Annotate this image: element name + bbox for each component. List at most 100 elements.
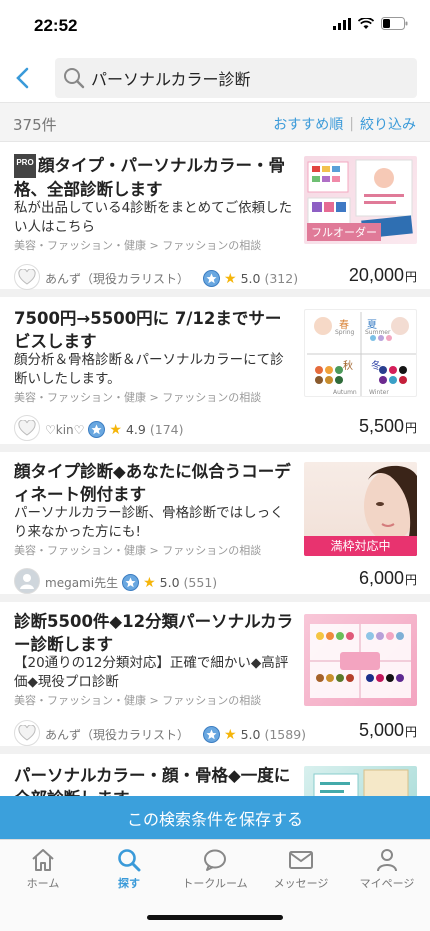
star-icon: ★ <box>143 574 156 591</box>
listing-title: 7500円→5500円に 7/12までサービスします <box>14 309 282 351</box>
tab-label: 探す <box>118 877 140 890</box>
tab-search[interactable]: 探す <box>86 848 172 891</box>
seller-name: あんず（現役カラリスト） <box>45 272 190 286</box>
signal-icon <box>333 17 351 30</box>
season-label: 冬 <box>371 361 381 372</box>
listing-description: 顔分析＆骨格診断＆パーソナルカラーにて診断いしたします。 <box>14 352 284 387</box>
rating: 5.0 <box>159 575 180 590</box>
star-icon: ★ <box>224 726 237 743</box>
tab-label: メッセージ <box>273 877 329 890</box>
season-label: 秋 <box>343 361 353 372</box>
listing-thumbnail: 満枠対応中 <box>304 462 417 556</box>
rank-badge-icon <box>122 574 140 591</box>
tab-messages[interactable]: メッセージ <box>258 848 344 891</box>
search-icon <box>118 849 141 872</box>
seller-info: あんず（現役カラリスト） ★ 5.0 (1589) <box>45 726 306 743</box>
price: 20,000円 <box>348 265 417 285</box>
wifi-icon <box>358 17 374 29</box>
listing-category: 美容・ファッション・健康 > ファッションの相談 <box>14 694 262 707</box>
listing-description: 【20通りの12分類対応】正確で細かい◆高評価◆現役プロ診断 <box>14 655 289 690</box>
star-icon: ★ <box>224 270 237 287</box>
campaign-badge: 満枠対応中 <box>304 536 417 556</box>
price: 5,500円 <box>358 416 417 436</box>
review-count: (174) <box>149 422 184 437</box>
home-icon <box>32 849 54 871</box>
tab-mypage[interactable]: マイページ <box>344 848 430 891</box>
listing-card[interactable]: 顔タイプ診断◆あなたに似合うコーディネート例付ます パーソナルカラー診断、骨格診… <box>0 452 430 602</box>
seller-name: megami先生 <box>45 576 119 590</box>
listing-thumbnail <box>304 614 417 706</box>
season-sublabel: Summer <box>365 329 391 336</box>
review-count: (312) <box>264 271 299 286</box>
rating: 4.9 <box>125 422 146 437</box>
divider: | <box>349 116 354 132</box>
rating: 5.0 <box>240 271 261 286</box>
seller-info: ♡kin♡ ★ 4.9 (174) <box>45 421 183 438</box>
rank-badge-icon <box>203 270 221 287</box>
seller-info: あんず（現役カラリスト） ★ 5.0 (312) <box>45 270 298 287</box>
listing-card[interactable]: 7500円→5500円に 7/12までサービスします 顔分析＆骨格診断＆パーソナ… <box>0 297 430 452</box>
listing-category: 美容・ファッション・健康 > ファッションの相談 <box>14 239 262 252</box>
rating: 5.0 <box>240 727 261 742</box>
season-sublabel: Autumn <box>333 389 357 396</box>
review-count: (1589) <box>264 727 307 742</box>
season-sublabel: Spring <box>335 329 355 336</box>
status-icons <box>333 17 408 30</box>
avatar <box>14 568 40 594</box>
avatar <box>14 720 40 746</box>
heart-icon <box>18 269 36 285</box>
season-sublabel: Winter <box>369 389 389 396</box>
battery-icon <box>381 17 408 30</box>
listing-thumbnail: フルオーダー <box>304 156 417 244</box>
listing-category: 美容・ファッション・健康 > ファッションの相談 <box>14 544 262 557</box>
seller-info: megami先生 ★ 5.0 (551) <box>45 574 217 591</box>
listing-description: 私が出品している4診断をまとめてご依頼したい人はこちら <box>14 200 293 235</box>
sort-filter-links: おすすめ順 | 絞り込み <box>273 114 416 134</box>
save-search-button[interactable]: この検索条件を保存する <box>0 796 430 839</box>
review-count: (551) <box>183 575 218 590</box>
heart-icon <box>18 420 36 436</box>
home-indicator <box>147 915 283 920</box>
filter-button[interactable]: 絞り込み <box>360 114 416 134</box>
listing-thumbnail: 春 夏 秋 冬 Spring Summer Autumn Winter <box>304 309 417 397</box>
price: 5,000円 <box>358 720 417 740</box>
status-bar: 22:52 <box>0 0 430 54</box>
search-input[interactable]: パーソナルカラー診断 <box>55 58 417 98</box>
chevron-left-icon <box>16 67 29 89</box>
listing-card[interactable]: 診断5500件◆12分類パーソナルカラー診断します 【20通りの12分類対応】正… <box>0 602 430 754</box>
person-icon <box>20 574 34 589</box>
results-bar: 375件 おすすめ順 | 絞り込み <box>0 102 430 142</box>
search-query: パーソナルカラー診断 <box>91 70 251 89</box>
star-icon: ★ <box>109 421 122 438</box>
sort-button[interactable]: おすすめ順 <box>273 114 343 134</box>
listing-title: PRO 顔タイプ・パーソナルカラー・骨格、全部診断します <box>14 154 286 199</box>
listing-title: 顔タイプ診断◆あなたに似合うコーディネート例付ます <box>14 462 291 504</box>
tab-label: トークルーム <box>182 877 248 890</box>
thumbnail-caption: フルオーダー <box>307 223 381 241</box>
status-time: 22:52 <box>34 16 78 35</box>
listing-description: パーソナルカラー診断、骨格診断ではしっくり来なかった方にも! <box>14 505 284 540</box>
pro-badge: PRO <box>14 154 36 178</box>
avatar <box>14 415 40 441</box>
listing-title: 診断5500件◆12分類パーソナルカラー診断します <box>14 612 294 654</box>
back-button[interactable] <box>6 60 38 96</box>
listing-category: 美容・ファッション・健康 > ファッションの相談 <box>14 391 262 404</box>
person-icon <box>377 849 397 872</box>
tab-home[interactable]: ホーム <box>0 848 86 891</box>
mail-icon <box>289 851 313 869</box>
search-icon <box>63 67 85 89</box>
avatar <box>14 264 40 290</box>
seller-name: ♡kin♡ <box>45 422 85 437</box>
price: 6,000円 <box>358 568 417 588</box>
listing-card[interactable]: PRO 顔タイプ・パーソナルカラー・骨格、全部診断します 私が出品している4診断を… <box>0 142 430 297</box>
rank-badge-icon <box>203 726 221 743</box>
result-count: 375件 <box>13 116 57 134</box>
tab-talkroom[interactable]: トークルーム <box>172 848 258 891</box>
chat-icon <box>204 849 226 871</box>
tab-label: ホーム <box>26 877 60 890</box>
tab-label: マイページ <box>359 877 415 890</box>
rank-badge-icon <box>88 421 106 438</box>
seller-name: あんず（現役カラリスト） <box>45 728 190 742</box>
heart-icon <box>18 725 36 741</box>
search-header: パーソナルカラー診断 <box>0 54 430 102</box>
